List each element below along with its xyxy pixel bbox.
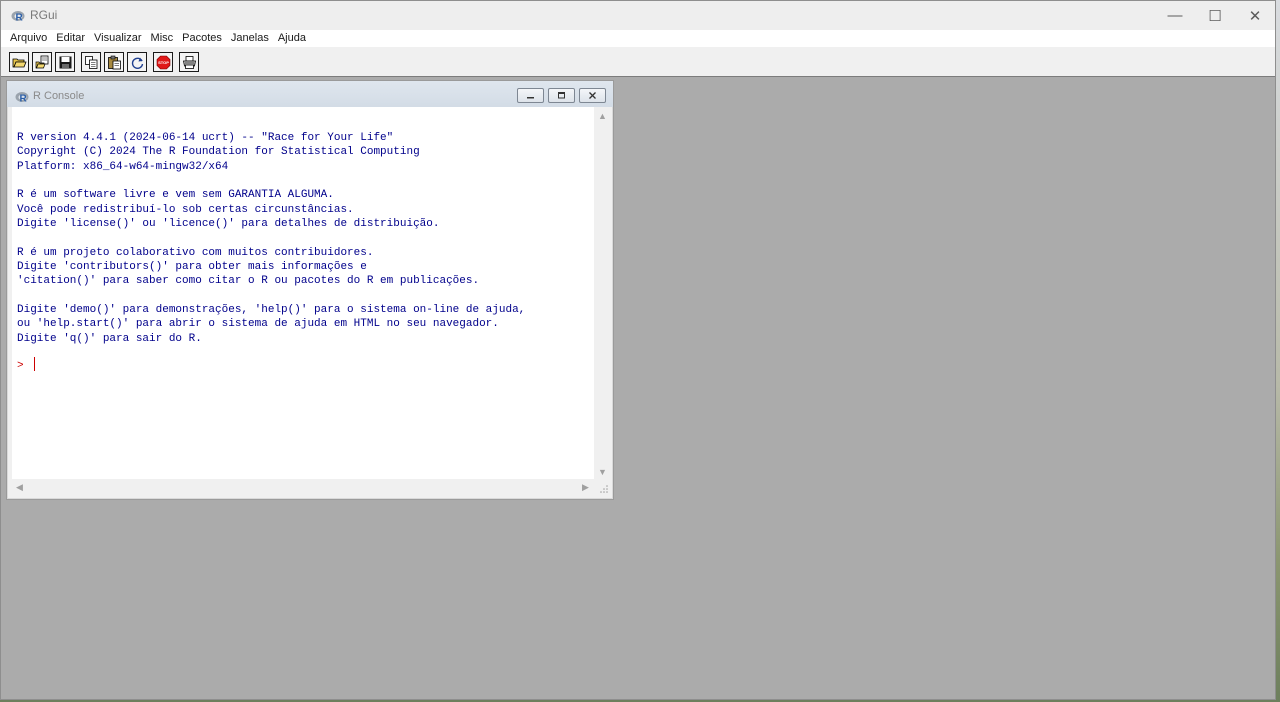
console-output: R version 4.4.1 (2024-06-14 ucrt) -- "Ra… xyxy=(17,132,526,345)
svg-text:R: R xyxy=(16,13,24,23)
minimize-icon xyxy=(527,97,534,99)
r-logo-icon: R xyxy=(11,9,25,24)
print-button[interactable] xyxy=(179,52,199,72)
maximize-button[interactable]: ☐ xyxy=(1195,1,1235,30)
copy-paste-button[interactable] xyxy=(127,52,147,72)
horizontal-scrollbar[interactable]: ◀ ▶ xyxy=(12,479,594,496)
scroll-down-icon[interactable]: ▼ xyxy=(598,468,607,477)
svg-text:R: R xyxy=(20,94,28,104)
console-output-area[interactable]: R version 4.4.1 (2024-06-14 ucrt) -- "Ra… xyxy=(12,107,594,479)
menu-visualizar[interactable]: Visualizar xyxy=(90,30,147,47)
minimize-button[interactable]: — xyxy=(1155,1,1195,30)
menu-ajuda[interactable]: Ajuda xyxy=(274,30,311,47)
floppy-disk-icon xyxy=(59,56,71,68)
rgui-main-window: R RGui — ☐ ✕ Arquivo Editar Visualizar M… xyxy=(0,0,1276,700)
text-cursor xyxy=(34,357,35,371)
console-restore-button[interactable] xyxy=(548,88,575,103)
restore-icon xyxy=(558,92,565,99)
menu-editar[interactable]: Editar xyxy=(52,30,90,47)
stop-icon: STOP xyxy=(156,55,170,69)
vertical-scrollbar[interactable]: ▲ ▼ xyxy=(594,107,611,479)
r-logo-icon: R xyxy=(15,90,29,105)
close-button[interactable]: ✕ xyxy=(1235,1,1275,30)
copy-button[interactable] xyxy=(81,52,101,72)
title-bar[interactable]: R RGui — ☐ ✕ xyxy=(1,1,1275,30)
menu-misc[interactable]: Misc xyxy=(147,30,179,47)
save-workspace-button[interactable] xyxy=(55,52,75,72)
paste-button[interactable] xyxy=(104,52,124,72)
scroll-right-icon[interactable]: ▶ xyxy=(582,483,589,492)
menu-pacotes[interactable]: Pacotes xyxy=(178,30,227,47)
load-workspace-button[interactable] xyxy=(32,52,52,72)
mdi-workspace: R R Console R version 4.4.1 (2024-06-14 … xyxy=(4,78,1275,699)
console-prompt: > xyxy=(17,360,24,372)
r-console-window[interactable]: R R Console R version 4.4.1 (2024-06-14 … xyxy=(6,80,614,500)
toolbar: STOP xyxy=(1,47,1275,77)
resize-grip[interactable] xyxy=(594,479,611,496)
window-title: RGui xyxy=(30,8,58,22)
console-title-bar[interactable]: R R Console xyxy=(7,81,613,107)
close-icon xyxy=(589,92,596,99)
menu-janelas[interactable]: Janelas xyxy=(227,30,274,47)
load-workspace-icon xyxy=(35,55,48,68)
folder-open-icon xyxy=(12,58,27,67)
menu-bar: Arquivo Editar Visualizar Misc Pacotes J… xyxy=(1,30,1275,47)
console-minimize-button[interactable] xyxy=(517,88,544,103)
menu-arquivo[interactable]: Arquivo xyxy=(1,30,52,47)
console-title: R Console xyxy=(33,90,85,102)
paste-icon xyxy=(107,55,121,69)
printer-icon xyxy=(182,55,196,69)
console-close-button[interactable] xyxy=(579,88,606,103)
open-script-button[interactable] xyxy=(9,52,29,72)
scroll-up-icon[interactable]: ▲ xyxy=(598,112,607,121)
stop-button[interactable]: STOP xyxy=(153,52,173,72)
copy-icon xyxy=(84,55,97,69)
resize-grip-icon xyxy=(600,485,608,493)
scroll-left-icon[interactable]: ◀ xyxy=(16,483,23,492)
stop-label: STOP xyxy=(158,60,169,65)
refresh-icon xyxy=(131,57,143,69)
